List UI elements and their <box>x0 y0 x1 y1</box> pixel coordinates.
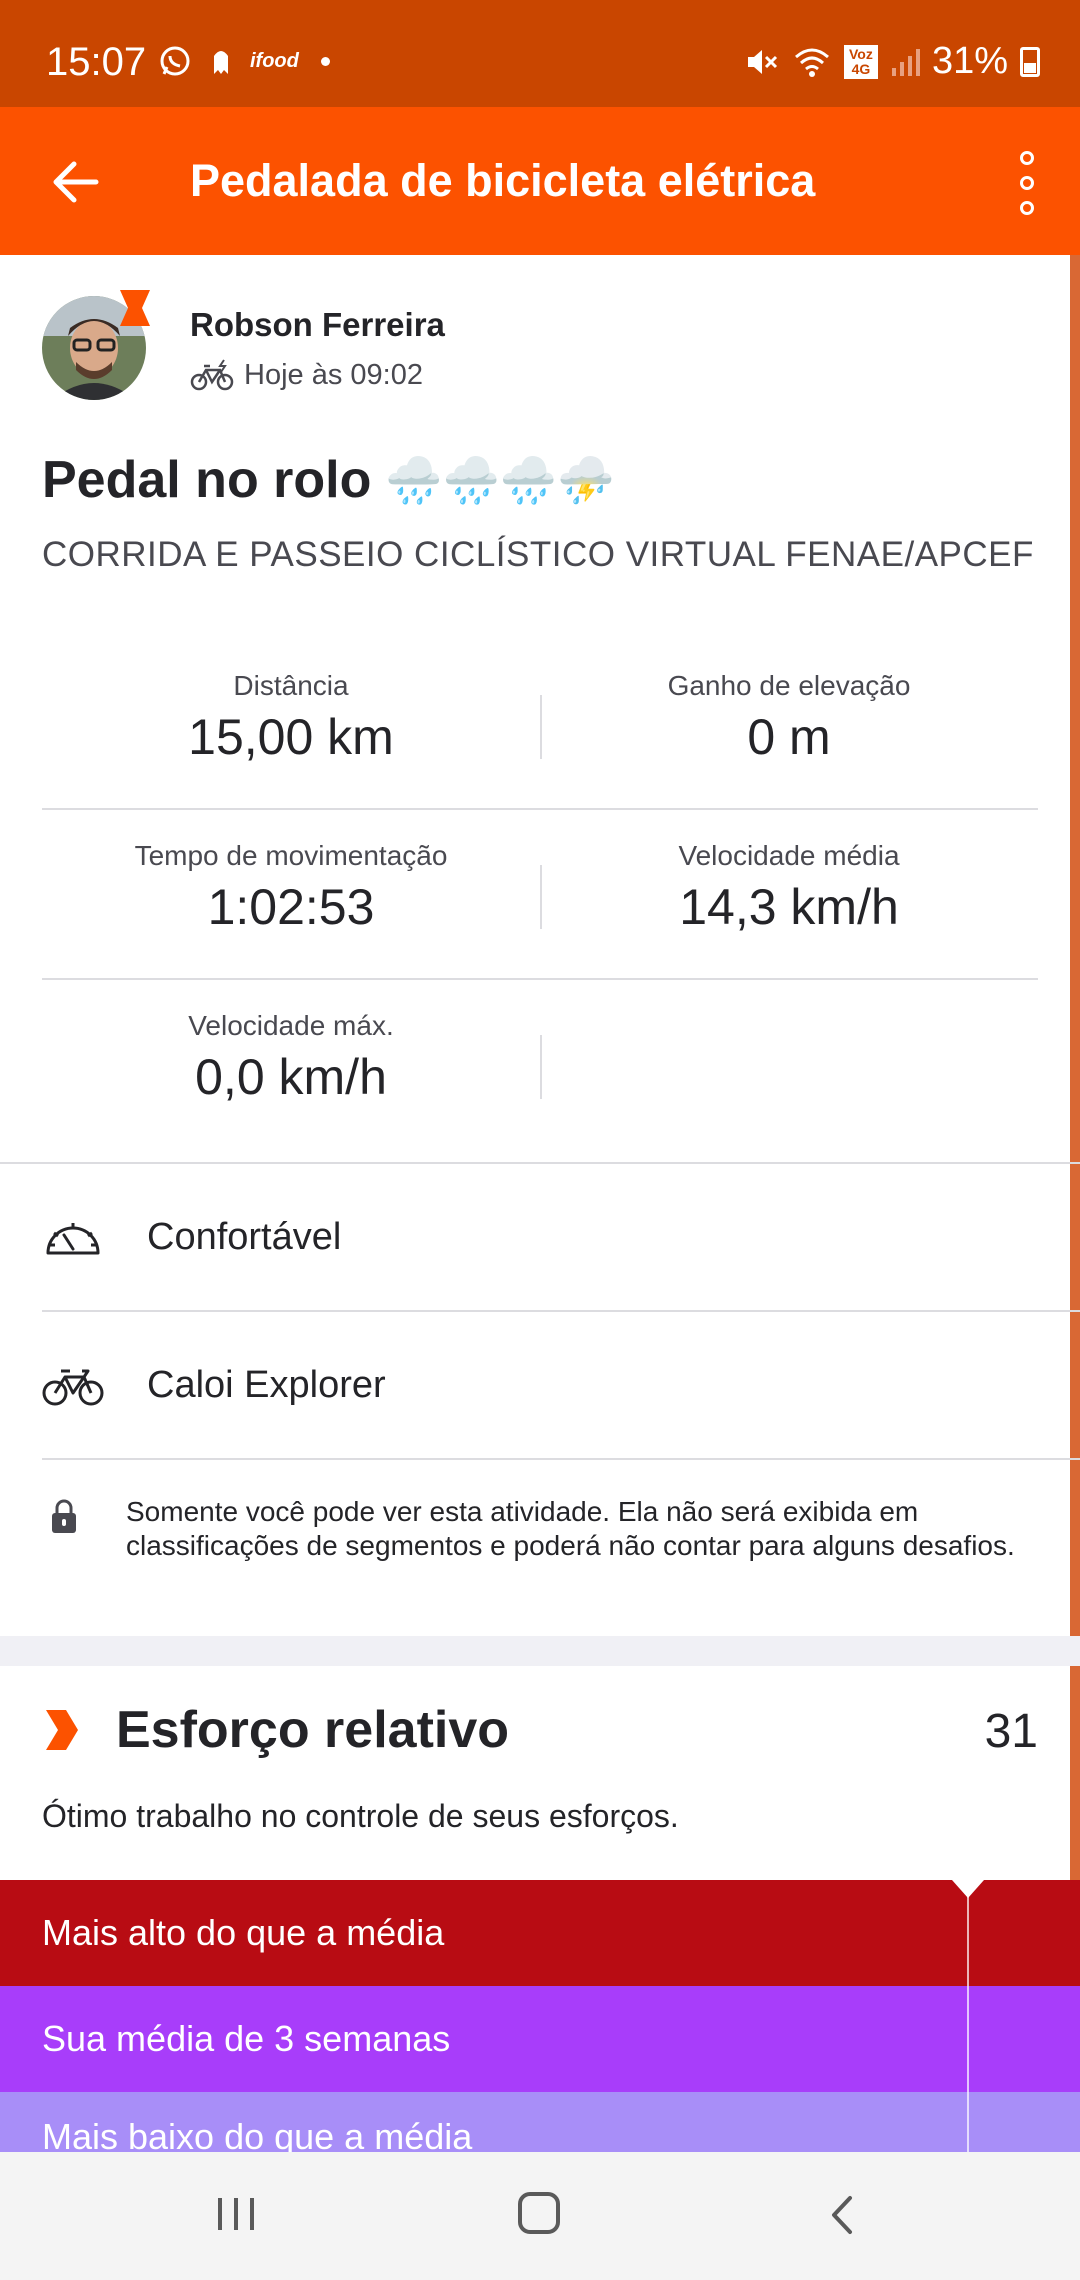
relative-effort-icon <box>46 1710 78 1750</box>
lock-icon <box>52 1499 76 1533</box>
effort-band-high: Mais alto do que a média <box>0 1880 1080 1986</box>
activity-time: Hoje às 09:02 <box>244 358 423 391</box>
activity-title: Pedal no rolo 🌧️🌧️🌧️⛈️ <box>42 450 614 510</box>
home-icon[interactable] <box>518 2192 560 2234</box>
effort-marker <box>952 1880 984 1898</box>
signal-icon <box>891 48 920 76</box>
stats-grid: Distância 15,00 km Ganho de elevação 0 m… <box>42 640 1038 1150</box>
status-bar: 15:07 ifood Voz 4G 31% <box>0 0 1080 107</box>
divider <box>0 1162 1080 1164</box>
stat-max-speed: Velocidade máx. 0,0 km/h <box>42 1010 540 1106</box>
stat-avg-speed: Velocidade média 14,3 km/h <box>540 840 1038 936</box>
scrollbar[interactable] <box>1070 255 1080 1995</box>
activity-datetime: Hoje às 09:02 <box>190 358 423 392</box>
stats-row: Distância 15,00 km Ganho de elevação 0 m <box>42 640 1038 810</box>
athlete-name[interactable]: Robson Ferreira <box>190 306 445 344</box>
stat-moving-time: Tempo de movimentação 1:02:53 <box>42 840 540 936</box>
athlete-header[interactable]: Robson Ferreira Hoje às 09:02 <box>42 290 1042 406</box>
more-options-icon[interactable] <box>1012 151 1042 215</box>
band-label: Mais alto do que a média <box>42 1912 445 1953</box>
back-arrow-icon[interactable] <box>40 147 110 217</box>
stat-value: 1:02:53 <box>207 879 375 935</box>
relative-effort-description: Ótimo trabalho no controle de seus esfor… <box>42 1798 679 1834</box>
notification-icons: ifood <box>158 44 330 78</box>
strava-badge-icon <box>120 290 150 326</box>
recents-icon[interactable] <box>214 2194 258 2234</box>
system-icons: Voz 4G 31% <box>744 40 1040 83</box>
ifood-icon: ifood <box>250 49 299 72</box>
stat-label: Distância <box>233 670 349 701</box>
divider <box>540 1035 542 1099</box>
stats-row: Tempo de movimentação 1:02:53 Velocidade… <box>42 810 1038 980</box>
weather-emojis: 🌧️🌧️🌧️⛈️ <box>385 453 615 506</box>
dot-icon <box>320 56 330 66</box>
speedometer-icon <box>46 1223 100 1255</box>
stat-elevation: Ganho de elevação 0 m <box>540 670 1038 766</box>
stat-label: Velocidade máx. <box>188 1010 394 1041</box>
battery-percent: 31% <box>931 40 1008 82</box>
stats-row: Velocidade máx. 0,0 km/h <box>42 980 1038 1150</box>
system-nav-bar <box>0 2152 1080 2280</box>
stat-value: 0,0 km/h <box>195 1049 387 1105</box>
gear-row[interactable]: Caloi Explorer <box>42 1335 1042 1435</box>
bike-icon <box>42 1369 104 1406</box>
perceived-effort-label: Confortável <box>147 1215 342 1258</box>
page-title: Pedalada de bicicleta elétrica <box>190 155 816 206</box>
stat-label: Ganho de elevação <box>667 670 911 701</box>
stat-label: Tempo de movimentação <box>134 840 448 871</box>
mute-icon <box>747 49 777 74</box>
app-bar: Pedalada de bicicleta elétrica <box>0 107 1080 255</box>
activity-description: CORRIDA E PASSEIO CICLÍSTICO VIRTUAL FEN… <box>42 535 1034 574</box>
effort-band-average: Sua média de 3 semanas <box>0 1986 1080 2092</box>
battery-icon <box>1020 46 1040 77</box>
divider <box>42 1458 1080 1460</box>
stat-distance: Distância 15,00 km <box>42 670 540 766</box>
ebike-icon <box>190 359 234 391</box>
effort-marker-line <box>967 1880 969 2152</box>
divider <box>42 1310 1080 1312</box>
activity-title-text: Pedal no rolo <box>42 451 372 509</box>
nav-back-icon[interactable] <box>822 2192 862 2238</box>
stat-value: 15,00 km <box>188 709 394 765</box>
volte-icon: Voz 4G <box>843 44 878 79</box>
section-separator <box>0 1636 1080 1666</box>
gear-label: Caloi Explorer <box>147 1363 386 1406</box>
stat-label: Velocidade média <box>678 840 900 871</box>
whatsapp-icon <box>160 46 190 76</box>
stat-value: 14,3 km/h <box>679 879 899 935</box>
relative-effort-title: Esforço relativo <box>116 1701 510 1759</box>
band-label: Sua média de 3 semanas <box>42 2018 451 2059</box>
relative-effort-score: 31 <box>984 1705 1038 1758</box>
wifi-icon <box>794 48 829 77</box>
effort-band-low: Mais baixo do que a média <box>0 2092 1080 2152</box>
stat-value: 0 m <box>747 709 831 765</box>
perceived-effort-row[interactable]: Confortável <box>42 1187 1042 1287</box>
ghost-icon <box>214 51 228 74</box>
privacy-text: Somente você pode ver esta atividade. El… <box>126 1496 1015 1561</box>
status-time: 15:07 <box>46 40 147 84</box>
band-label: Mais baixo do que a média <box>42 2116 473 2152</box>
